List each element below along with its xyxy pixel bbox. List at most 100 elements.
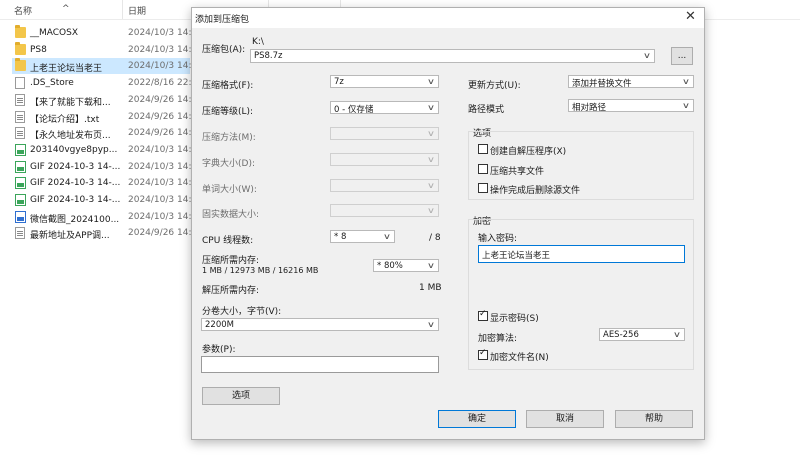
file-row[interactable]: 【论坛介绍】.txt 2024/9/26 14: (12, 109, 192, 125)
file-row[interactable]: .DS_Store 2022/8/16 22: (12, 75, 192, 91)
path-mode-select[interactable]: 相对路径 ∨ (568, 99, 694, 113)
decompress-memory-label: 解压所需内存: (202, 286, 260, 296)
file-date: 2024/10/3 14: (128, 195, 192, 205)
update-mode-select[interactable]: 添加并替换文件 ∨ (568, 75, 694, 89)
text-file-icon (15, 110, 25, 123)
level-select[interactable]: 0 - 仅存储 ∨ (330, 101, 439, 115)
delete-after-label[interactable]: 操作完成后删除源文件 (490, 183, 580, 196)
show-password-checkbox[interactable]: ✓ (478, 309, 488, 321)
column-header-date[interactable]: 日期 (128, 4, 146, 17)
add-to-archive-dialog: 添加到压缩包 ✕ 压缩包(A): K:\ PS8.7z ∨ ... 压缩格式(F… (191, 7, 705, 440)
file-row[interactable]: 最新地址及APP调... 2024/9/26 14: (12, 225, 192, 242)
file-name: GIF 2024-10-3 14-... (30, 178, 121, 189)
file-name: 203140vgye8pyp... (30, 144, 118, 155)
dictionary-label: 字典大小(D): (202, 159, 255, 169)
delete-after-checkbox[interactable] (478, 183, 488, 193)
chevron-down-icon: ∨ (426, 181, 436, 190)
file-name: GIF 2024-10-3 14-... (30, 161, 121, 172)
file-row[interactable]: GIF 2024-10-3 14-... 2024/10/3 14: (12, 192, 192, 208)
image-file-icon (15, 194, 26, 206)
archive-directory: K:\ (252, 37, 264, 47)
ok-button[interactable]: 确定 (438, 410, 516, 428)
column-separator[interactable] (122, 0, 123, 19)
cpu-threads-max: / 8 (429, 233, 441, 243)
path-mode-label: 路径模式 (468, 105, 505, 115)
folder-icon (15, 41, 26, 55)
split-size-value: 2200M (205, 320, 234, 330)
column-header-name[interactable]: 名称 (14, 4, 32, 17)
chevron-down-icon: ∨ (426, 129, 436, 138)
parameters-input[interactable] (201, 356, 439, 373)
file-row[interactable]: 203140vgye8pyp... 2024/10/3 14: (12, 142, 192, 158)
cpu-threads-select[interactable]: * 8 ∨ (330, 230, 395, 243)
memory-usage-select[interactable]: * 80% ∨ (373, 259, 439, 272)
file-name: 最新地址及APP调... (30, 231, 110, 242)
file-name: .DS_Store (30, 78, 74, 89)
encryption-method-label: 加密算法: (478, 334, 518, 344)
file-row[interactable]: 【永久地址发布页... 2024/9/26 14: (12, 125, 192, 142)
archive-name-value: PS8.7z (254, 51, 283, 61)
show-password-label[interactable]: 显示密码(S) (490, 311, 539, 324)
file-date: 2024/10/3 14: (128, 178, 192, 189)
file-date: 2024/9/26 14: (128, 111, 192, 122)
chevron-down-icon[interactable]: ∨ (643, 51, 651, 60)
file-row[interactable]: GIF 2024-10-3 14-... 2024/10/3 14: (12, 159, 192, 175)
file-name: 【来了就能下载和... (30, 97, 111, 108)
file-row[interactable]: 微信截图_2024100... 2024/10/3 14: (12, 209, 192, 225)
image-file-icon (15, 160, 26, 173)
sfx-checkbox[interactable] (478, 144, 488, 154)
sfx-label[interactable]: 创建自解压程序(X) (490, 144, 566, 157)
file-name: PS8 (30, 44, 47, 55)
sort-arrow-icon: ^ (62, 4, 70, 14)
image-file-icon (15, 177, 26, 190)
chevron-down-icon: ∨ (426, 206, 436, 215)
dialog-titlebar[interactable]: 添加到压缩包 ✕ (192, 8, 704, 28)
file-row[interactable]: GIF 2024-10-3 14-... 2024/10/3 14: (12, 175, 192, 191)
split-size-combobox[interactable]: 2200M ∨ (201, 318, 439, 331)
check-icon: ✓ (479, 348, 487, 358)
cancel-button[interactable]: 取消 (526, 410, 604, 428)
compress-memory-label: 压缩所需内存: (202, 256, 260, 266)
file-row[interactable]: __MACOSX 2024/10/3 14: (12, 25, 192, 41)
encrypt-names-checkbox[interactable]: ✓ (478, 348, 488, 360)
update-mode-label: 更新方式(U): (468, 81, 521, 91)
format-value: 7z (334, 77, 344, 87)
chevron-down-icon: ∨ (681, 77, 691, 86)
encrypt-names-label[interactable]: 加密文件名(N) (490, 350, 549, 363)
file-row[interactable]: 上老王论坛当老王 2024/10/3 14: (12, 58, 192, 75)
browse-button[interactable]: ... (671, 47, 693, 65)
dictionary-select: ∨ (330, 153, 439, 166)
path-mode-value: 相对路径 (572, 103, 607, 113)
chevron-down-icon: ∨ (426, 320, 436, 329)
file-name: 微信截图_2024100... (30, 214, 120, 225)
file-row[interactable]: PS8 2024/10/3 14: (12, 41, 192, 58)
password-value: 上老王论坛当老王 (482, 251, 551, 261)
archive-label: 压缩包(A): (202, 45, 246, 55)
password-input[interactable]: 上老王论坛当老王 (478, 245, 685, 263)
options-button[interactable]: 选项 (202, 387, 280, 405)
shared-files-label[interactable]: 压缩共享文件 (490, 164, 544, 177)
file-name: 【论坛介绍】.txt (30, 114, 100, 125)
file-date: 2024/9/26 14: (128, 228, 192, 239)
file-row[interactable]: 【来了就能下载和... 2024/9/26 14: (12, 92, 192, 108)
close-icon[interactable]: ✕ (685, 10, 696, 24)
file-icon (15, 77, 25, 90)
help-button[interactable]: 帮助 (615, 410, 693, 428)
chevron-down-icon: ∨ (426, 77, 436, 86)
shared-files-checkbox[interactable] (478, 164, 488, 174)
solid-size-select: ∨ (330, 204, 439, 217)
file-date: 2024/10/3 14: (128, 61, 192, 72)
image-file-icon (15, 143, 26, 156)
encryption-method-select[interactable]: AES-256 ∨ (599, 328, 685, 341)
file-name: 【永久地址发布页... (30, 131, 111, 142)
file-name: GIF 2024-10-3 14-... (30, 195, 121, 205)
format-select[interactable]: 7z ∨ (330, 75, 439, 88)
password-label: 输入密码: (478, 234, 518, 244)
file-date: 2022/8/16 22: (128, 78, 192, 89)
folder-icon (15, 58, 26, 72)
file-date: 2024/10/3 14: (128, 161, 192, 172)
update-mode-value: 添加并替换文件 (572, 79, 632, 89)
archive-name-combobox[interactable]: PS8.7z ∨ (250, 49, 655, 63)
check-icon: ✓ (479, 309, 487, 319)
chevron-down-icon: ∨ (681, 101, 691, 110)
